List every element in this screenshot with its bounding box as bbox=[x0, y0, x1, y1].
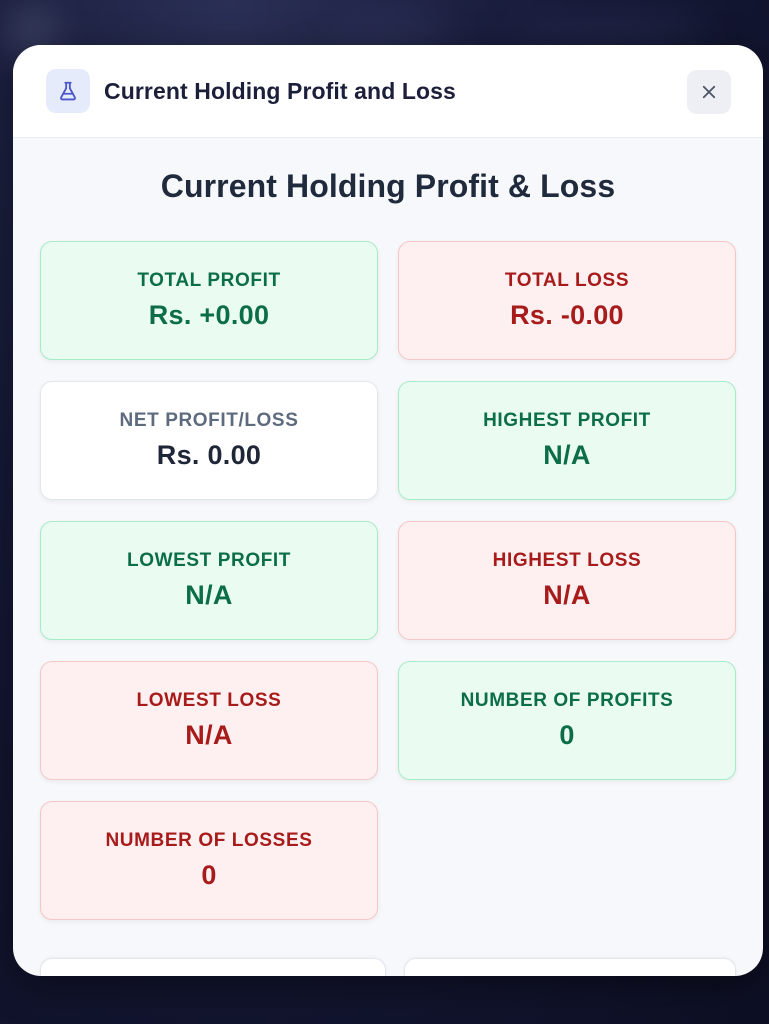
highest-loss-card: HIGHEST LOSS N/A bbox=[398, 521, 736, 640]
card-value: N/A bbox=[543, 440, 591, 470]
backdrop-blob bbox=[510, 20, 710, 40]
card-label: NUMBER OF PROFITS bbox=[460, 690, 674, 711]
card-value: 0 bbox=[559, 720, 575, 750]
total-loss-card: TOTAL LOSS Rs. -0.00 bbox=[398, 241, 736, 360]
card-label: NUMBER OF LOSSES bbox=[105, 830, 313, 851]
lowest-profit-card: LOWEST PROFIT N/A bbox=[40, 521, 378, 640]
close-button[interactable] bbox=[687, 70, 731, 114]
section-title: Current Holding Profit & Loss bbox=[160, 168, 616, 204]
lower-card-left bbox=[40, 958, 386, 976]
number-of-losses-card: NUMBER OF LOSSES 0 bbox=[40, 801, 378, 920]
card-value: Rs. -0.00 bbox=[510, 300, 624, 330]
highest-profit-card: HIGHEST PROFIT N/A bbox=[398, 381, 736, 500]
card-label: LOWEST PROFIT bbox=[126, 550, 291, 571]
total-profit-card: TOTAL PROFIT Rs. +0.00 bbox=[40, 241, 378, 360]
close-icon bbox=[700, 83, 718, 101]
card-value: Rs. +0.00 bbox=[148, 300, 270, 330]
net-profit-loss-card: NET PROFIT/LOSS Rs. 0.00 bbox=[40, 381, 378, 500]
modal-body: Current Holding Profit & Loss TOTAL PROF… bbox=[13, 168, 763, 920]
stats-grid: TOTAL PROFIT Rs. +0.00 TOTAL LOSS Rs. -0… bbox=[40, 241, 736, 920]
card-label: HIGHEST LOSS bbox=[492, 550, 642, 571]
flask-icon bbox=[46, 69, 90, 113]
number-of-profits-card: NUMBER OF PROFITS 0 bbox=[398, 661, 736, 780]
card-value: N/A bbox=[185, 720, 233, 750]
card-value: 0 bbox=[201, 860, 217, 890]
modal-header: Current Holding Profit and Loss bbox=[13, 45, 763, 138]
card-value: N/A bbox=[185, 580, 233, 610]
card-label: TOTAL PROFIT bbox=[137, 270, 281, 291]
card-label: HIGHEST PROFIT bbox=[483, 410, 651, 431]
card-value: N/A bbox=[543, 580, 591, 610]
card-label: NET PROFIT/LOSS bbox=[119, 410, 299, 431]
lower-section bbox=[40, 958, 736, 976]
lower-card-right bbox=[404, 958, 736, 976]
card-label: TOTAL LOSS bbox=[504, 270, 630, 291]
card-value: Rs. 0.00 bbox=[156, 440, 262, 470]
modal-title: Current Holding Profit and Loss bbox=[104, 77, 456, 104]
backdrop-blob bbox=[330, 20, 450, 40]
card-label: LOWEST LOSS bbox=[136, 690, 282, 711]
pnl-modal: Current Holding Profit and Loss Current … bbox=[13, 45, 763, 976]
lowest-loss-card: LOWEST LOSS N/A bbox=[40, 661, 378, 780]
